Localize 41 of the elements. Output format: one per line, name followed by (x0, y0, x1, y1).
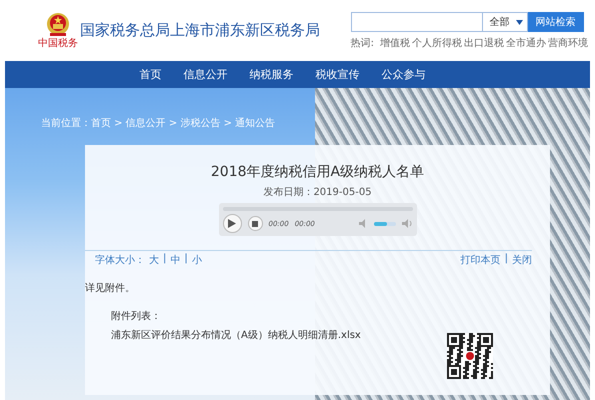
font-size-link[interactable]: 大 (149, 253, 159, 267)
play-button[interactable] (222, 214, 242, 233)
font-size-label: 字体大小： (95, 254, 145, 267)
nav-item[interactable]: 税收宣传 (316, 67, 360, 82)
article-title: 2018年度纳税信用A级纳税人名单 (210, 163, 424, 181)
caret-icon (516, 20, 523, 24)
search-button[interactable]: 网站检索 (528, 12, 584, 32)
speaker-loud-icon[interactable] (402, 219, 412, 228)
qr-code-icon (447, 333, 493, 379)
hot-words-label: 热词: (350, 37, 374, 50)
speaker-icon[interactable] (358, 219, 368, 228)
scope-dropdown[interactable]: 全部 (482, 12, 528, 32)
separator: | (184, 253, 188, 266)
hot-word-link[interactable]: 个人所得税 (412, 36, 462, 50)
play-icon (228, 219, 236, 228)
logo-text: 中国税务 (38, 38, 78, 48)
attachments-label: 附件列表： (111, 310, 162, 323)
breadcrumb: 当前位置：首页 > 信息公开 > 涉税公告 > 通知公告 (40, 116, 276, 130)
font-size-link[interactable]: 小 (192, 253, 202, 267)
hot-word-link[interactable]: 出口退税 (464, 36, 504, 50)
nav-item[interactable]: 信息公开 (184, 67, 228, 82)
nav-item[interactable]: 首页 (140, 67, 162, 82)
nav-item[interactable]: 公众参与 (382, 67, 426, 82)
hot-word-link[interactable]: 增值税 (380, 36, 410, 50)
hot-word-link[interactable]: 营商环境 (548, 36, 588, 50)
stop-icon (252, 220, 258, 226)
publish-date: 发布日期：2019-05-05 (263, 186, 372, 199)
body-text: 详见附件。 (85, 282, 135, 295)
nav-item[interactable]: 纳税服务 (250, 67, 294, 82)
national-emblem-icon (46, 12, 70, 38)
search-field[interactable] (350, 12, 482, 32)
stop-button[interactable] (248, 216, 262, 231)
font-size-link[interactable]: 中 (170, 253, 180, 267)
hot-word-link[interactable]: 全市通办 (506, 36, 546, 50)
volume-slider[interactable] (374, 222, 396, 226)
site-title: 国家税务总局上海市浦东新区税务局 (80, 20, 320, 40)
separator: | (163, 253, 166, 266)
action-link[interactable]: 打印本页 (460, 253, 501, 267)
action-link[interactable]: 关闭 (512, 253, 532, 267)
separator: | (504, 253, 508, 266)
attachment-link[interactable]: 浦东新区评价结果分布情况（A级）纳税人明细清册.xlsx (111, 328, 361, 342)
